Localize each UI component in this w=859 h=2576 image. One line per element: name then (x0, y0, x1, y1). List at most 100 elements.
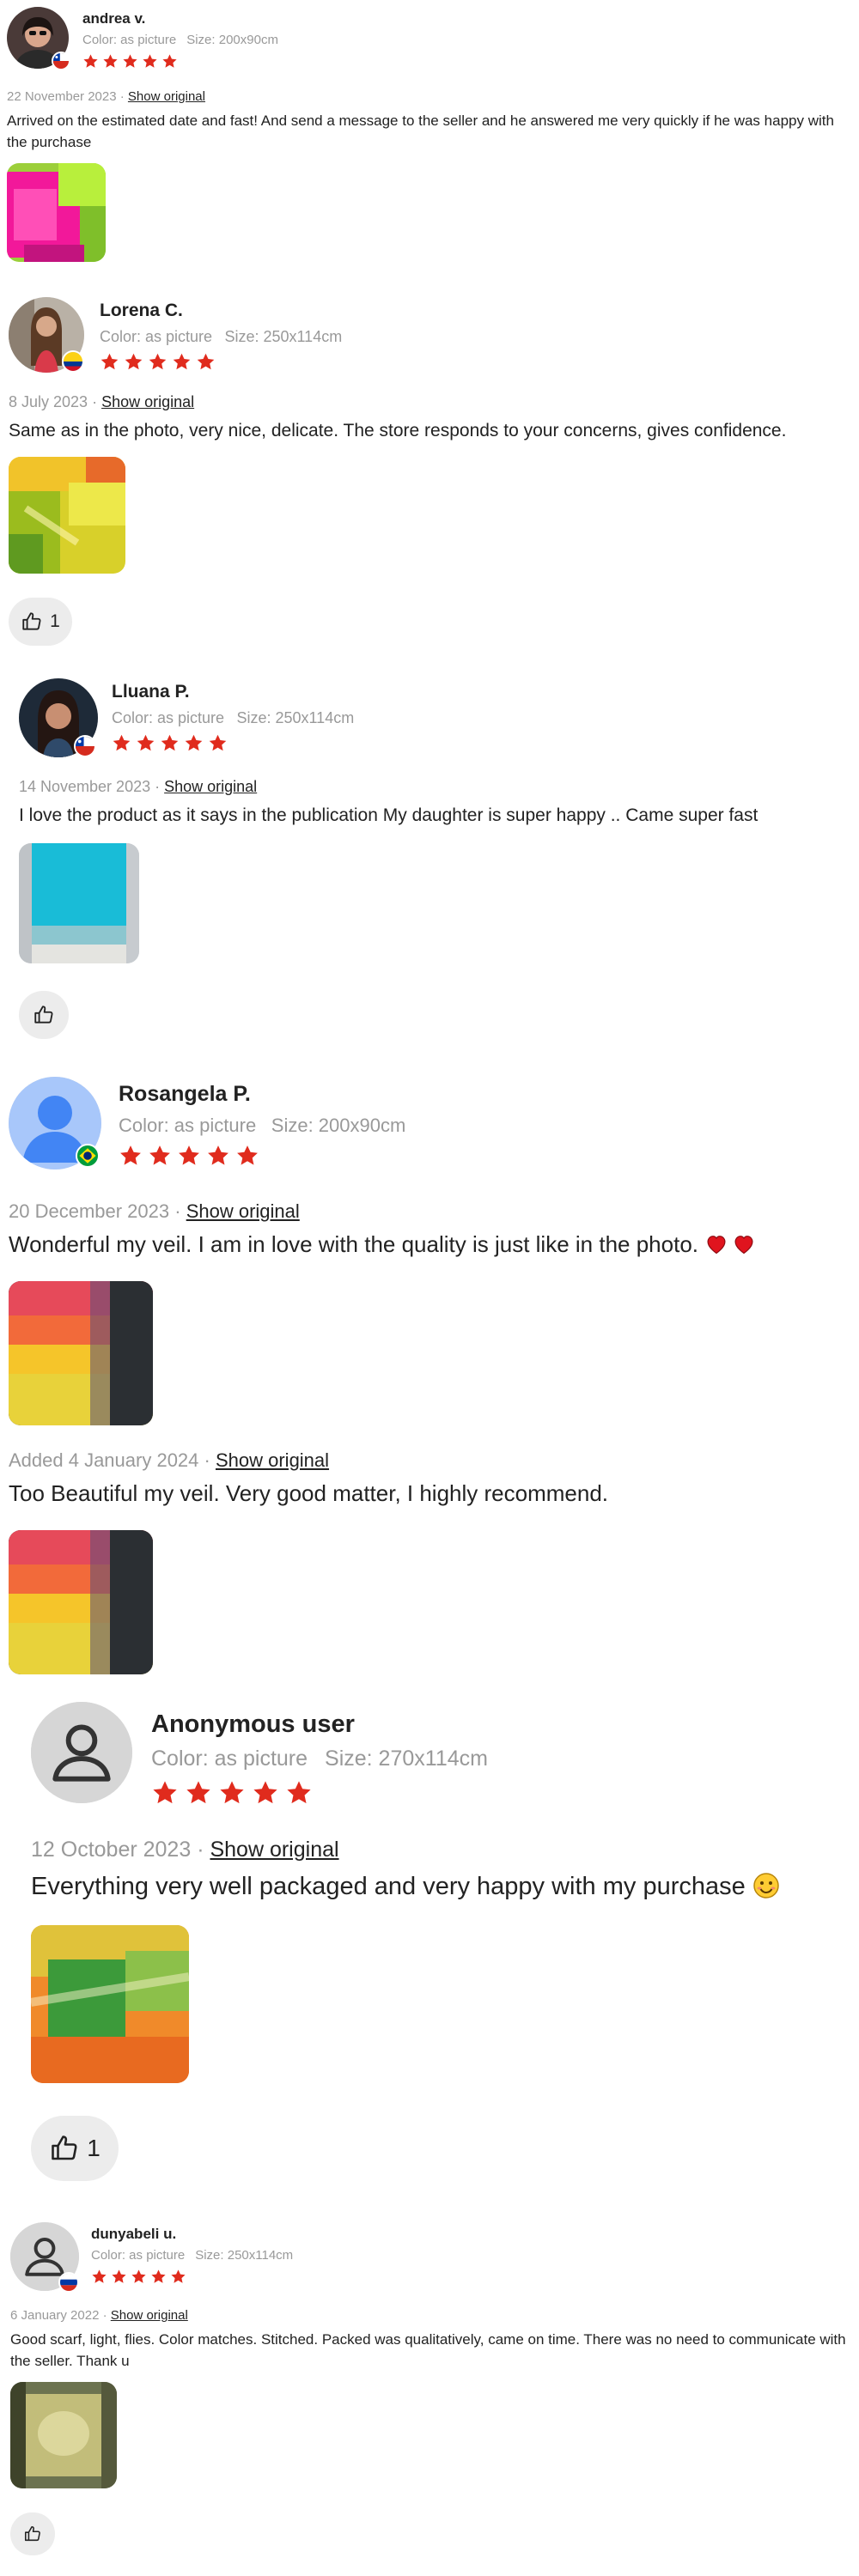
thumbs-up-icon (23, 2524, 42, 2543)
variant-size: Size: 250x114cm (236, 709, 355, 726)
star-icon (131, 2269, 147, 2285)
show-original-link[interactable]: Show original (210, 1838, 338, 1862)
review-text-content: Wonderful my veil. I am in love with the… (9, 1231, 699, 1257)
star-icon (161, 53, 178, 70)
helpful-count: 1 (87, 2135, 101, 2161)
review-date-line: 22 November 2023 · Show original (7, 89, 205, 104)
review-photo[interactable] (10, 2382, 117, 2488)
helpful-button[interactable]: 1 (31, 2116, 119, 2181)
review-photo[interactable] (9, 1281, 153, 1425)
star-rating (119, 1144, 259, 1168)
reviewer-name: andrea v. (82, 10, 146, 27)
star-icon (235, 1144, 259, 1168)
variant-size: Size: 200x90cm (271, 1115, 406, 1136)
variant-info: Color: as picture Size: 250x114cm (100, 328, 342, 346)
star-rating (112, 733, 228, 753)
star-icon (170, 2269, 186, 2285)
helpful-button[interactable]: 1 (9, 598, 72, 646)
heart-icon (704, 1232, 728, 1256)
review-date: 12 October 2023 · (31, 1838, 204, 1862)
review-text: Everything very well packaged and very h… (31, 1870, 856, 1903)
star-icon (111, 2269, 127, 2285)
review-text: Wonderful my veil. I am in love with the… (9, 1230, 850, 1259)
star-icon (148, 352, 168, 372)
variant-size: Size: 270x114cm (325, 1747, 488, 1771)
review-text-content: Everything very well packaged and very h… (31, 1873, 746, 1900)
review-card: Lluana P. Color: as picture Size: 250x114… (0, 661, 859, 1039)
star-icon (148, 1144, 172, 1168)
review-date: 6 January 2022 · (10, 2308, 107, 2323)
review-date: 8 July 2023 · (9, 393, 98, 410)
star-rating (100, 352, 216, 372)
variant-color: Color: as picture (82, 33, 177, 47)
star-icon (172, 352, 192, 372)
helpful-button[interactable] (19, 991, 69, 1039)
show-original-link[interactable]: Show original (186, 1200, 300, 1222)
followup-text: Too Beautiful my veil. Very good matter,… (9, 1480, 609, 1506)
show-original-link[interactable]: Show original (216, 1449, 329, 1471)
review-date-line: 12 October 2023 · Show original (31, 1838, 339, 1862)
review-photo[interactable] (9, 457, 125, 574)
variant-info: Color: as picture Size: 250x114cm (112, 709, 354, 727)
star-rating (91, 2269, 186, 2285)
star-icon (102, 53, 119, 70)
reviewer-name: Anonymous user (151, 1710, 355, 1738)
helpful-count: 1 (50, 611, 60, 631)
followup-date: Added 4 January 2024 · (9, 1449, 210, 1471)
followup-date-line: Added 4 January 2024 · Show original (9, 1449, 329, 1472)
review-date-line: 8 July 2023 · Show original (9, 393, 194, 411)
review-date: 22 November 2023 · (7, 89, 125, 104)
star-icon (218, 1779, 246, 1807)
smiley-icon (753, 1873, 779, 1899)
heart-icon (732, 1232, 756, 1256)
variant-info: Color: as picture Size: 200x90cm (82, 33, 278, 47)
variant-info: Color: as picture Size: 250x114cm (91, 2248, 293, 2263)
thumbs-up-icon (33, 1004, 55, 1026)
star-rating (151, 1779, 313, 1807)
review-date: 14 November 2023 · (19, 778, 161, 795)
review-text: I love the product as it says in the pub… (19, 805, 758, 825)
show-original-link[interactable]: Show original (111, 2308, 188, 2323)
star-icon (185, 1779, 212, 1807)
review-date: 20 December 2023 · (9, 1200, 181, 1222)
country-flag-icon (52, 52, 70, 70)
helpful-button[interactable] (10, 2512, 55, 2555)
star-icon (206, 1144, 230, 1168)
show-original-link[interactable]: Show original (101, 393, 194, 410)
avatar (31, 1702, 132, 1803)
star-icon (252, 1779, 279, 1807)
review-photo[interactable] (19, 843, 139, 963)
show-original-link[interactable]: Show original (164, 778, 257, 795)
thumbs-up-icon (21, 611, 43, 633)
star-icon (136, 733, 155, 753)
review-text: Same as in the photo, very nice, delicat… (9, 421, 787, 440)
thumbs-up-icon (49, 2133, 80, 2164)
review-photo[interactable] (7, 163, 106, 262)
review-photo[interactable] (9, 1530, 153, 1674)
variant-size: Size: 250x114cm (224, 328, 343, 345)
star-icon (151, 1779, 179, 1807)
reviewer-name: dunyabeli u. (91, 2226, 177, 2242)
star-icon (100, 352, 119, 372)
variant-size: Size: 200x90cm (186, 33, 278, 47)
variant-color: Color: as picture (91, 2248, 186, 2263)
star-icon (119, 1144, 143, 1168)
star-icon (208, 733, 228, 753)
star-rating (82, 53, 178, 70)
review-text: Arrived on the estimated date and fast! … (7, 112, 834, 150)
review-photo[interactable] (31, 1925, 189, 2083)
reviewer-name: Rosangela P. (119, 1082, 251, 1106)
show-original-link[interactable]: Show original (128, 89, 205, 104)
star-icon (150, 2269, 167, 2285)
country-flag-icon (58, 2272, 79, 2293)
star-icon (177, 1144, 201, 1168)
star-icon (142, 53, 158, 70)
variant-color: Color: as picture (151, 1747, 308, 1771)
reviewer-name: Lluana P. (112, 682, 190, 702)
review-card: Lorena C. Color: as picture Size: 250x114… (0, 283, 859, 661)
star-icon (196, 352, 216, 372)
country-flag-icon (76, 1144, 100, 1168)
variant-color: Color: as picture (112, 709, 225, 726)
review-date-line: 6 January 2022 · Show original (10, 2308, 188, 2323)
star-icon (160, 733, 180, 753)
